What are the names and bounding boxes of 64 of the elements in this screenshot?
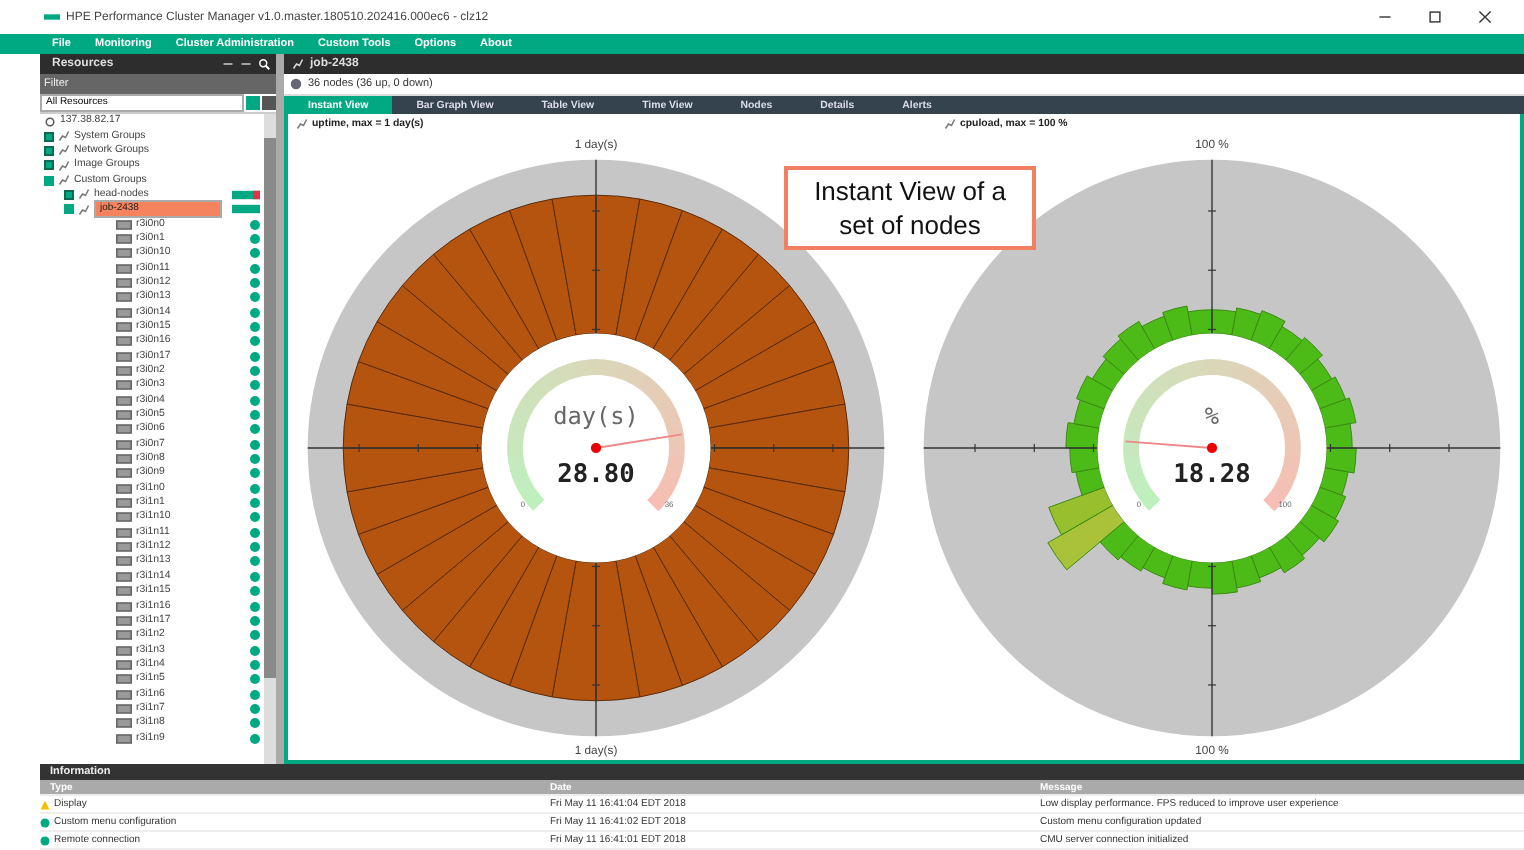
gauge-value: 28.80	[557, 459, 635, 490]
status-dot	[250, 395, 260, 406]
gauge-unit: %	[1204, 402, 1220, 431]
maximize-icon[interactable]	[1428, 10, 1442, 24]
status-dot	[250, 630, 260, 641]
callout-note: Instant View of a set of nodes	[784, 166, 1036, 250]
status-dot	[250, 556, 260, 567]
status-dot	[250, 336, 260, 347]
close-icon[interactable]	[1478, 10, 1492, 24]
chart-icon	[944, 117, 956, 129]
expand-toggle[interactable]	[44, 175, 54, 186]
status-dot	[250, 733, 260, 744]
expand-toggle[interactable]	[64, 189, 74, 200]
status-dot	[250, 718, 260, 729]
gauge-needle	[1124, 440, 1218, 454]
app-icon	[44, 14, 60, 20]
expand-toggle[interactable]	[44, 145, 54, 156]
status-dot	[250, 366, 260, 377]
status-dot	[250, 571, 260, 582]
chart-icon	[292, 58, 304, 70]
expand-toggle[interactable]	[44, 131, 54, 142]
status-dot	[250, 219, 260, 230]
status-dot	[250, 615, 260, 626]
gauge-needle	[590, 433, 683, 454]
status-dot	[250, 307, 260, 318]
status-dot	[250, 380, 260, 391]
expand-toggle[interactable]	[44, 160, 54, 171]
status-dot	[250, 703, 260, 714]
status-dot	[250, 351, 260, 362]
status-dot	[250, 498, 260, 509]
status-dot	[250, 601, 260, 612]
status-dot	[250, 292, 260, 303]
chart-icon	[296, 117, 308, 129]
status-dot	[250, 527, 260, 538]
status-dot	[250, 689, 260, 700]
status-dot	[250, 321, 260, 332]
status-bar-icon	[232, 189, 260, 200]
status-dot	[250, 410, 260, 421]
status-dot	[250, 233, 260, 244]
info-dot-icon	[40, 817, 50, 827]
status-dot	[250, 454, 260, 465]
scrollbar-thumb[interactable]	[264, 138, 276, 678]
status-dot	[250, 468, 260, 479]
minimize-icon[interactable]	[1378, 10, 1392, 24]
status-dot	[250, 645, 260, 656]
gauge-unit: day(s)	[553, 402, 639, 431]
status-dot	[250, 277, 260, 288]
status-dot	[250, 483, 260, 494]
info-icon	[290, 78, 302, 90]
status-dot	[250, 439, 260, 450]
status-dot	[250, 424, 260, 435]
status-dot	[250, 512, 260, 523]
status-bar-icon	[232, 204, 260, 215]
status-dot	[250, 263, 260, 274]
search-icon[interactable]	[258, 58, 270, 70]
network-icon	[44, 115, 56, 128]
status-dot	[250, 674, 260, 685]
status-dot	[250, 586, 260, 597]
expand-toggle[interactable]	[64, 204, 74, 215]
status-dot	[250, 659, 260, 670]
gauge-value: 18.28	[1173, 459, 1251, 490]
info-dot-icon	[40, 835, 50, 845]
status-dot	[250, 248, 260, 259]
status-dot	[250, 542, 260, 553]
